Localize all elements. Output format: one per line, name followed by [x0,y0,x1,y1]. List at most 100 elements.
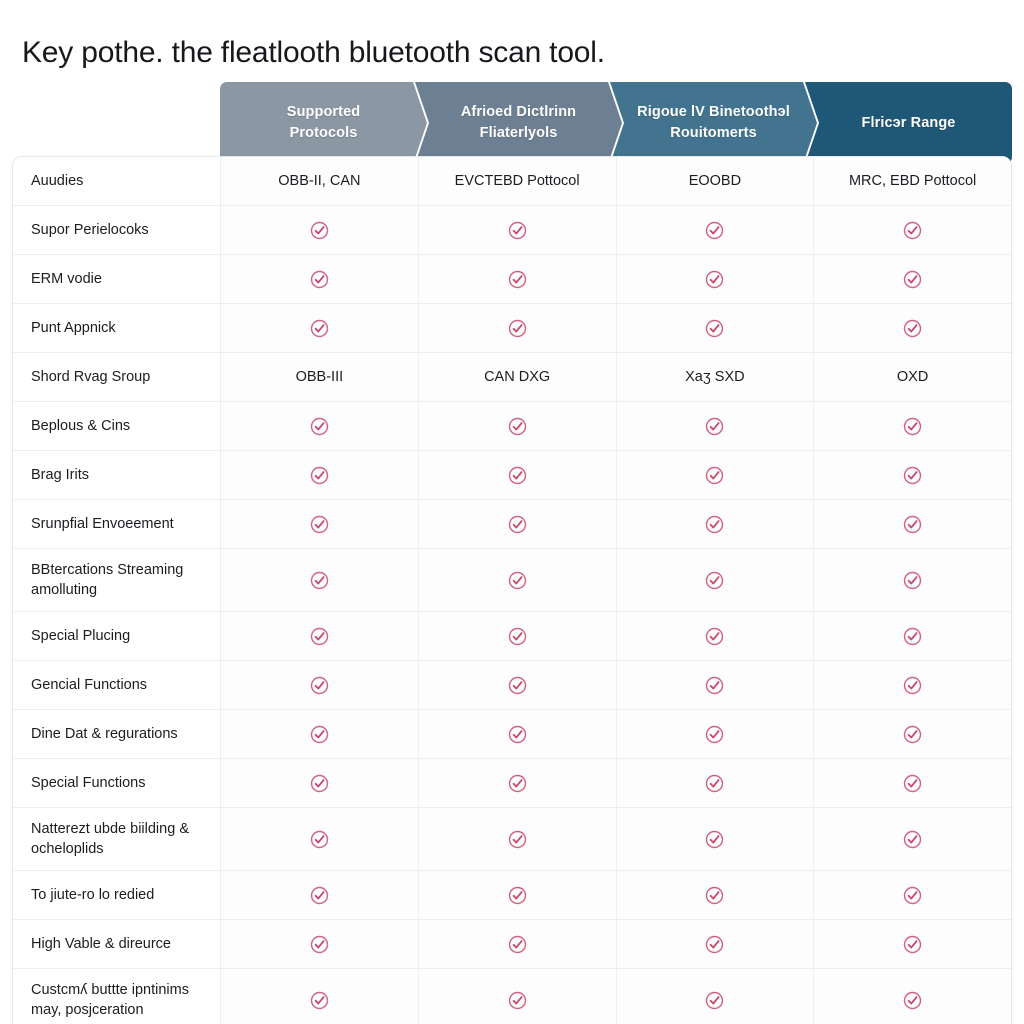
cell-check [418,612,617,660]
row-label: BBterсations Streaming amolluting [13,549,221,611]
column-header-line-2: Rouitomerts [670,125,757,141]
row-label: High Vable & direurce [13,920,221,968]
table-row: Gencial Functions [13,661,1011,710]
cell-check [616,500,815,548]
check-circle-icon [508,627,527,646]
check-circle-icon [310,676,329,695]
table-row: Beplous & Cins [13,402,1011,451]
cell-check [616,920,815,968]
cell-check [221,920,419,968]
table-row: BBterсations Streaming amolluting [13,549,1011,612]
check-circle-icon [705,830,724,849]
cell-check [418,255,617,303]
check-circle-icon [903,886,922,905]
check-circle-icon [508,886,527,905]
row-label: Srunpfial Envoeement [13,500,221,548]
column-header-4[interactable]: Flricэr Range [805,82,1012,164]
column-header-3[interactable]: Rigoue lV Binetoothэl Rouitomerts [610,82,817,164]
cell-check [814,500,1011,548]
cell-check [221,451,419,499]
check-circle-icon [705,417,724,436]
check-circle-icon [310,270,329,289]
row-label: Brag Irits [13,451,221,499]
check-circle-icon [903,515,922,534]
cell-check [814,304,1011,352]
row-label: Gencial Functions [13,661,221,709]
page-root: Key pothe. the fleatlooth bluetooth scan… [0,0,1024,1024]
cell-text: Xaʒ SXD [616,353,815,401]
table-header-row: Supported Protocols Afrioed Dictlrinn Fliat… [220,82,1012,164]
cell-check [418,871,617,919]
check-circle-icon [705,991,724,1010]
table-row: Natterezt ubde biilding & ocheloplids [13,808,1011,871]
check-circle-icon [705,515,724,534]
cell-text: OBB-II, CAN [221,157,419,205]
cell-check [418,808,617,870]
column-header-1[interactable]: Supported Protocols [220,82,427,164]
check-circle-icon [705,774,724,793]
row-label: Special Plucing [13,612,221,660]
check-circle-icon [310,774,329,793]
table-row: Shord Rvag Sroup OBB-III CAN DXG Xaʒ SXD OXD [13,353,1011,402]
cell-check [814,612,1011,660]
cell-check [616,255,815,303]
cell-check [418,661,617,709]
check-circle-icon [508,774,527,793]
comparison-table: Supported Protocols Afrioed Dictlrinn Fliat… [12,82,1012,1024]
check-circle-icon [310,319,329,338]
cell-check [418,402,617,450]
cell-check [616,304,815,352]
check-circle-icon [508,725,527,744]
row-label: Auudies [13,157,221,205]
cell-check [221,500,419,548]
check-circle-icon [310,725,329,744]
cell-check [814,451,1011,499]
table-row: Special Functions [13,759,1011,808]
check-circle-icon [903,571,922,590]
column-header-line-2: Protocols [289,125,358,141]
cell-check [814,969,1011,1024]
cell-check [221,661,419,709]
check-circle-icon [508,830,527,849]
cell-check [221,759,419,807]
cell-check [814,710,1011,758]
cell-check [616,871,815,919]
table-row: Auudies OBB-II, CAN EVCTEBD Pottocol EOOBD M… [13,157,1011,206]
check-circle-icon [705,270,724,289]
row-label: Beplous & Cins [13,402,221,450]
check-circle-icon [903,774,922,793]
cell-check [221,549,419,611]
cell-check [418,710,617,758]
cell-check [221,969,419,1024]
row-label: Shord Rvag Sroup [13,353,221,401]
cell-text: OXD [814,353,1011,401]
check-circle-icon [903,991,922,1010]
cell-check [221,871,419,919]
row-label: Punt Appnick [13,304,221,352]
check-circle-icon [310,627,329,646]
check-circle-icon [508,935,527,954]
cell-check [616,969,815,1024]
check-circle-icon [903,466,922,485]
cell-check [814,402,1011,450]
column-header-label: Supported Protocols [287,102,360,144]
cell-check [221,808,419,870]
table-row: Special Plucing [13,612,1011,661]
table-row: Dine Dat & regurations [13,710,1011,759]
cell-check [616,549,815,611]
row-label: ERM vodie [13,255,221,303]
column-header-2[interactable]: Afrioed Dictlrinn Fliaterlyols [415,82,622,164]
check-circle-icon [903,221,922,240]
check-circle-icon [508,466,527,485]
cell-check [221,402,419,450]
check-circle-icon [903,830,922,849]
page-title: Key pothe. the fleatlooth bluetooth scan… [22,36,605,70]
table-row: Brag Irits [13,451,1011,500]
check-circle-icon [903,935,922,954]
cell-check [221,255,419,303]
check-circle-icon [903,270,922,289]
cell-text: OBB-III [221,353,419,401]
cell-check [814,871,1011,919]
check-circle-icon [705,886,724,905]
check-circle-icon [310,466,329,485]
